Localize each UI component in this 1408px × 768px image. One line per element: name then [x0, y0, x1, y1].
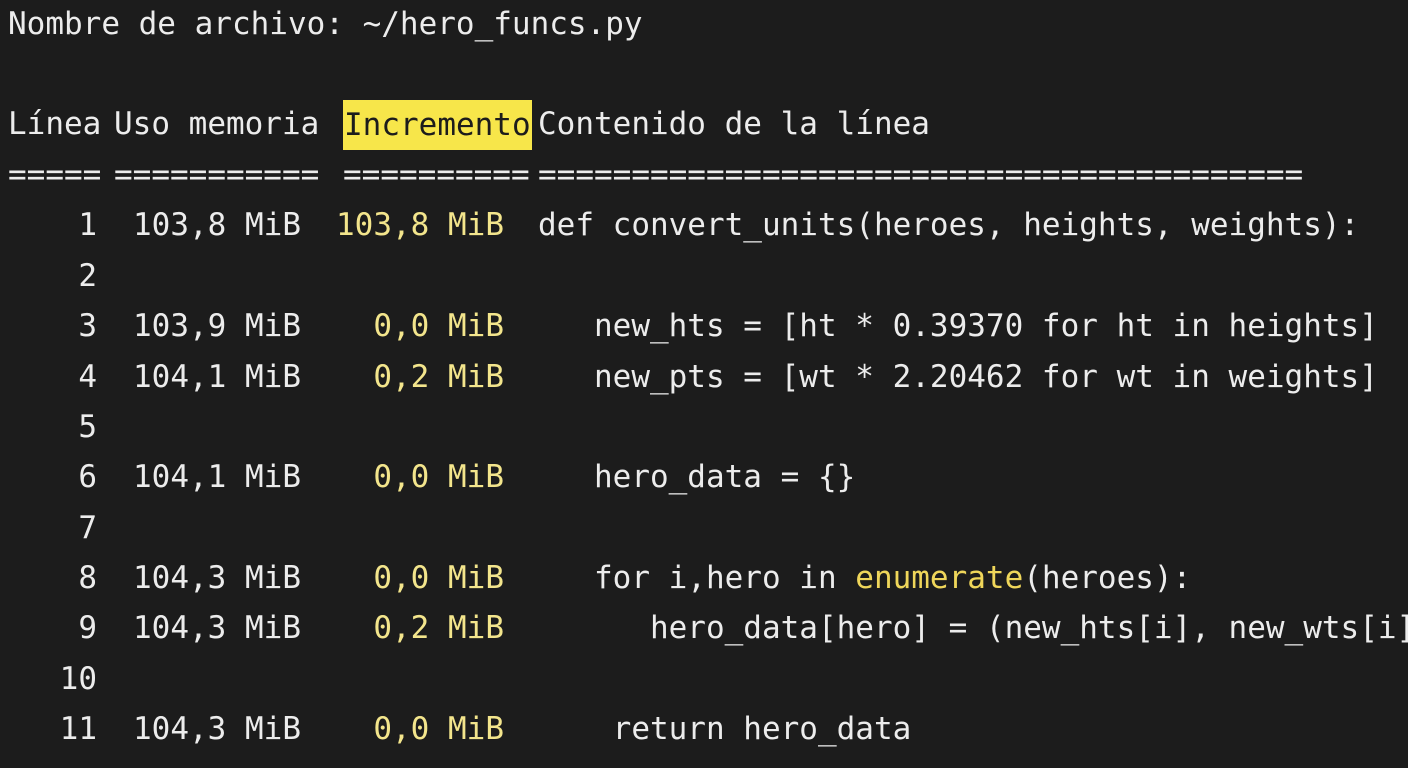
column-header-line: Línea	[8, 106, 102, 142]
memory-usage: 104,1 MiB	[133, 359, 301, 395]
memory-usage: 104,3 MiB	[133, 560, 301, 596]
memory-increment: 0,2 MiB	[373, 359, 504, 395]
terminal-window: Nombre de archivo: ~/hero_funcs.py Línea…	[0, 0, 1408, 768]
table-row: 4 104,1 MiB 0,2 MiB new_pts = [wt * 2.20…	[0, 362, 1408, 402]
line-number: 10	[59, 661, 97, 697]
line-content: new_pts = [wt * 2.20462 for wt in weight…	[538, 359, 1378, 395]
line-number: 6	[78, 459, 97, 495]
separator-memory: ===========	[114, 157, 320, 193]
table-row: 6 104,1 MiB 0,0 MiB hero_data = {}	[0, 462, 1408, 502]
line-number: 8	[78, 560, 97, 596]
line-number: 2	[78, 258, 97, 294]
table-row: 9 104,3 MiB 0,2 MiB hero_data[hero] = (n…	[0, 613, 1408, 653]
table-row: 10	[0, 664, 1408, 704]
line-number: 9	[78, 610, 97, 646]
table-row: 11 104,3 MiB 0,0 MiB return hero_data	[0, 714, 1408, 754]
column-header-content: Contenido de la línea	[538, 106, 930, 142]
memory-increment: 0,2 MiB	[373, 610, 504, 646]
line-content: hero_data = {}	[538, 459, 856, 495]
memory-increment: 0,0 MiB	[373, 560, 504, 596]
line-number: 11	[59, 711, 97, 747]
line-number: 5	[78, 409, 97, 445]
line-number: 7	[78, 510, 97, 546]
line-content: def convert_units(heroes, heights, weigh…	[538, 207, 1360, 243]
separator-line: =====	[8, 157, 102, 193]
code-text: for i,hero in	[538, 560, 856, 596]
line-content: for i,hero in enumerate(heroes):	[538, 563, 1191, 594]
separator-content: ========================================…	[538, 157, 1304, 193]
table-row: 5	[0, 412, 1408, 452]
line-number: 3	[78, 308, 97, 344]
line-number: 4	[78, 359, 97, 395]
file-name-label: Nombre de archivo: ~/hero_funcs.py	[8, 6, 643, 42]
line-content: return hero_data	[538, 711, 912, 747]
line-number: 1	[78, 207, 97, 243]
memory-usage: 104,3 MiB	[133, 711, 301, 747]
builtin-function-name: enumerate	[855, 560, 1024, 596]
line-content: new_hts = [ht * 0.39370 for ht in height…	[538, 308, 1378, 344]
table-row: 8 104,3 MiB 0,0 MiB for i,hero in enumer…	[0, 563, 1408, 603]
code-text: (heroes):	[1023, 560, 1192, 596]
memory-usage: 104,3 MiB	[133, 610, 301, 646]
column-header-memory: Uso memoria	[114, 106, 320, 142]
column-header-increment: Incremento	[343, 100, 532, 150]
memory-increment: 0,0 MiB	[373, 711, 504, 747]
table-row: 1 103,8 MiB 103,8 MiB def convert_units(…	[0, 210, 1408, 250]
line-content: hero_data[hero] = (new_hts[i], new_wts[i…	[538, 610, 1408, 646]
separator-increment: ==========	[343, 157, 530, 193]
table-row: 7	[0, 513, 1408, 553]
memory-usage: 103,9 MiB	[133, 308, 301, 344]
memory-usage: 103,8 MiB	[133, 207, 301, 243]
table-row: 2	[0, 261, 1408, 301]
memory-increment: 103,8 MiB	[336, 207, 504, 243]
memory-increment: 0,0 MiB	[373, 308, 504, 344]
memory-usage: 104,1 MiB	[133, 459, 301, 495]
table-row: 3 103,9 MiB 0,0 MiB new_hts = [ht * 0.39…	[0, 311, 1408, 351]
memory-increment: 0,0 MiB	[373, 459, 504, 495]
